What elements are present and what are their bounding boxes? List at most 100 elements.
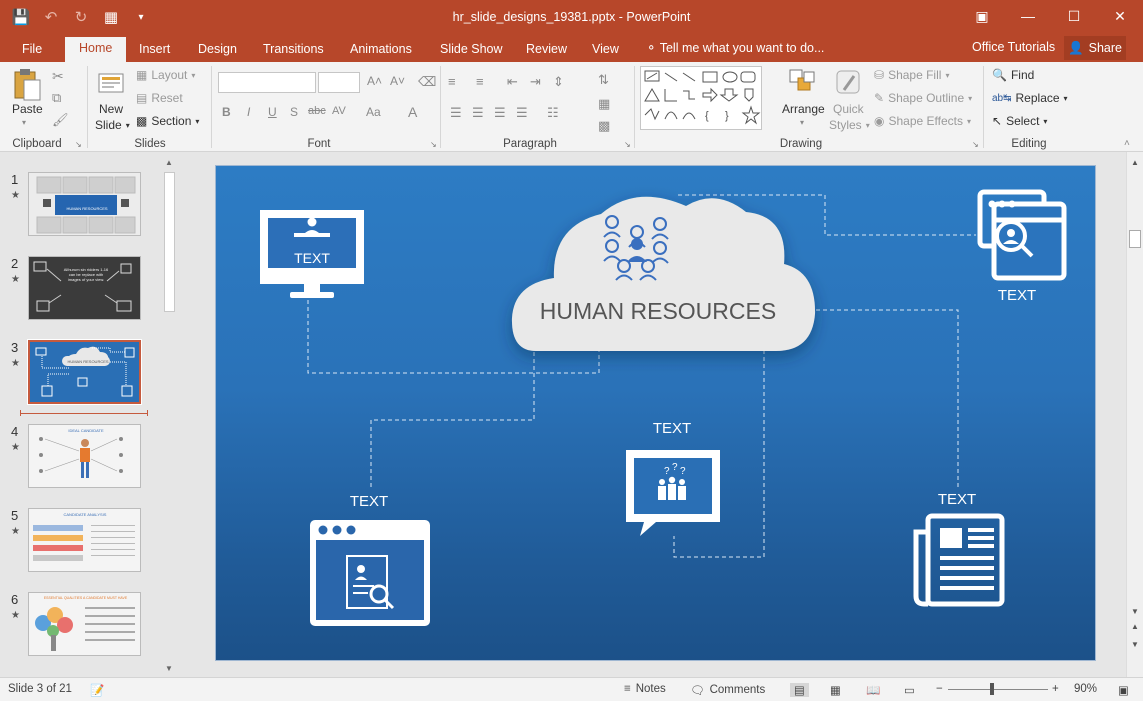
scroll-up-icon[interactable]: ▲ bbox=[1131, 158, 1139, 167]
tab-slide-show[interactable]: Slide Show bbox=[440, 40, 503, 62]
shape-effects-button[interactable]: ◉ Shape Effects ▾ bbox=[874, 114, 971, 128]
tab-animations[interactable]: Animations bbox=[350, 40, 412, 62]
underline-button[interactable]: U bbox=[268, 105, 277, 119]
text-shadow-button[interactable]: S bbox=[290, 105, 298, 119]
zoom-in-icon[interactable]: + bbox=[1052, 683, 1059, 695]
increase-font-size-icon[interactable]: A˄ bbox=[367, 74, 382, 88]
line-spacing-icon[interactable]: ⇕ bbox=[553, 74, 564, 90]
thumbnail-scroll-thumb[interactable] bbox=[164, 172, 175, 312]
cut-icon[interactable]: ✂ bbox=[52, 68, 64, 85]
comments-button[interactable]: 🗨 Comments bbox=[690, 683, 765, 697]
tab-view[interactable]: View bbox=[592, 40, 619, 62]
shapes-gallery[interactable]: { } bbox=[640, 66, 762, 130]
thumbnail-scrollbar[interactable]: ▲ ▼ bbox=[161, 152, 178, 677]
quick-styles-icon[interactable] bbox=[834, 68, 864, 101]
zoom-level[interactable]: 90% bbox=[1074, 683, 1097, 695]
shape-outline-button[interactable]: ✎ Shape Outline ▾ bbox=[874, 91, 972, 105]
paste-icon[interactable] bbox=[12, 68, 42, 105]
shape-fill-button[interactable]: ⛁ Shape Fill ▾ bbox=[874, 68, 949, 82]
select-button[interactable]: ↖ Select ▾ bbox=[992, 114, 1047, 128]
collapse-ribbon-icon[interactable]: ˄ bbox=[1124, 138, 1130, 149]
new-slide-icon[interactable] bbox=[96, 68, 126, 101]
tab-file[interactable]: File bbox=[22, 40, 42, 62]
scroll-down-icon[interactable]: ▼ bbox=[1131, 607, 1139, 616]
tell-me-box[interactable]: ⚬ Tell me what you want to do... bbox=[646, 40, 824, 55]
paragraph-launcher-icon[interactable]: ↘ bbox=[624, 140, 631, 149]
maximize-icon[interactable]: ☐ bbox=[1051, 0, 1097, 32]
slide-title[interactable]: HUMAN RESOURCES bbox=[516, 298, 800, 325]
font-launcher-icon[interactable]: ↘ bbox=[430, 140, 437, 149]
normal-view-icon[interactable]: ▤ bbox=[790, 683, 809, 697]
paste-dropdown-icon[interactable]: ▾ bbox=[22, 118, 26, 127]
tab-insert[interactable]: Insert bbox=[139, 40, 170, 62]
tab-design[interactable]: Design bbox=[198, 40, 237, 62]
slide-vertical-scrollbar[interactable]: ▲ ▼ ▲ ▼ bbox=[1126, 152, 1143, 677]
slide-thumbnail-4[interactable]: IDEAL CANDIDATE bbox=[28, 424, 141, 488]
copy-icon[interactable]: ⧉ bbox=[52, 90, 61, 106]
align-text-icon[interactable]: ▦ bbox=[598, 96, 610, 112]
chat-people-caption[interactable]: TEXT bbox=[632, 420, 712, 437]
clipboard-launcher-icon[interactable]: ↘ bbox=[75, 140, 82, 149]
slide-thumbnail-6[interactable]: ESSENTIAL QUALITIES A CANDIDATE MUST HAV… bbox=[28, 592, 141, 656]
notes-button[interactable]: ≡ Notes bbox=[624, 683, 666, 695]
spell-check-icon[interactable]: 📝 bbox=[90, 683, 104, 697]
strikethrough-button[interactable]: abc bbox=[308, 105, 326, 117]
reset-button[interactable]: ▤ Reset bbox=[136, 91, 183, 105]
tab-review[interactable]: Review bbox=[526, 40, 567, 62]
new-slide-dropdown[interactable]: Slide ▾ bbox=[95, 118, 130, 132]
chevron-down-icon[interactable]: ▾ bbox=[800, 118, 804, 127]
columns-icon[interactable]: ☷ bbox=[547, 105, 559, 121]
monitor-caption[interactable]: TEXT bbox=[272, 250, 352, 266]
scroll-up-icon[interactable]: ▲ bbox=[165, 158, 173, 167]
numbering-icon[interactable]: ≡ bbox=[476, 74, 484, 89]
paste-button[interactable]: Paste bbox=[12, 102, 43, 116]
close-icon[interactable]: ✕ bbox=[1097, 0, 1143, 32]
arrange-button[interactable]: Arrange bbox=[782, 102, 825, 116]
align-right-icon[interactable]: ☰ bbox=[494, 105, 506, 121]
bold-button[interactable]: B bbox=[222, 105, 231, 119]
quick-styles-dropdown[interactable]: Styles ▾ bbox=[829, 118, 870, 132]
fit-slide-icon[interactable]: ▣ bbox=[1118, 683, 1129, 697]
zoom-slider-handle[interactable] bbox=[990, 683, 994, 695]
slide-thumbnail-1[interactable]: HUMAN RESOURCES bbox=[28, 172, 141, 236]
slide-thumbnail-5[interactable]: CANDIDATE ANALYSIS bbox=[28, 508, 141, 572]
arrange-icon[interactable] bbox=[788, 68, 818, 99]
font-name-dropdown[interactable] bbox=[218, 72, 316, 93]
change-case-button[interactable]: Aa bbox=[366, 105, 381, 119]
minimize-icon[interactable]: — bbox=[1005, 0, 1051, 32]
align-left-icon[interactable]: ☰ bbox=[450, 105, 462, 121]
ribbon-display-options-icon[interactable]: ▣ bbox=[959, 0, 1005, 32]
new-slide-button[interactable]: New bbox=[99, 102, 123, 116]
font-size-dropdown[interactable] bbox=[318, 72, 360, 93]
text-direction-icon[interactable]: ⇅ bbox=[598, 72, 609, 88]
resume-caption[interactable]: TEXT bbox=[329, 493, 409, 510]
share-button[interactable]: 👤 Share bbox=[1064, 36, 1126, 60]
web-profile-caption[interactable]: TEXT bbox=[977, 287, 1057, 304]
format-painter-icon[interactable]: 🖌 bbox=[52, 112, 69, 128]
zoom-slider[interactable] bbox=[948, 689, 1048, 690]
previous-slide-icon[interactable]: ▲ bbox=[1131, 622, 1139, 631]
tab-home[interactable]: Home bbox=[65, 37, 127, 62]
current-slide[interactable]: ? ? ? HUMAN RESOURCES TEXT TEXT TEXT TEX… bbox=[215, 165, 1096, 661]
next-slide-icon[interactable]: ▼ bbox=[1131, 640, 1139, 649]
font-color-button[interactable]: A bbox=[408, 104, 417, 120]
section-button[interactable]: ▩ Section ▾ bbox=[136, 114, 199, 128]
layout-button[interactable]: ▦ Layout ▾ bbox=[136, 68, 195, 82]
align-center-icon[interactable]: ☰ bbox=[472, 105, 484, 121]
drawing-launcher-icon[interactable]: ↘ bbox=[972, 140, 979, 149]
slide-sorter-icon[interactable]: ▦ bbox=[830, 683, 841, 697]
decrease-font-size-icon[interactable]: A˅ bbox=[390, 74, 405, 88]
find-button[interactable]: 🔍 Find bbox=[992, 68, 1034, 82]
decrease-indent-icon[interactable]: ⇤ bbox=[507, 74, 518, 90]
smartart-icon[interactable]: ▩ bbox=[598, 118, 610, 134]
scroll-thumb[interactable] bbox=[1129, 230, 1141, 248]
quick-styles-button[interactable]: Quick bbox=[833, 102, 864, 116]
slide-thumbnail-2[interactable]: Allhurum sin ridders 1-16 can be replace… bbox=[28, 256, 141, 320]
clear-formatting-icon[interactable]: ⌫ bbox=[418, 74, 436, 90]
increase-indent-icon[interactable]: ⇥ bbox=[530, 74, 541, 90]
reading-view-icon[interactable]: 📖 bbox=[866, 683, 880, 697]
tab-transitions[interactable]: Transitions bbox=[263, 40, 324, 62]
bullets-icon[interactable]: ≡ bbox=[448, 74, 456, 89]
scroll-down-icon[interactable]: ▼ bbox=[165, 664, 173, 673]
character-spacing-button[interactable]: AV bbox=[332, 105, 346, 117]
